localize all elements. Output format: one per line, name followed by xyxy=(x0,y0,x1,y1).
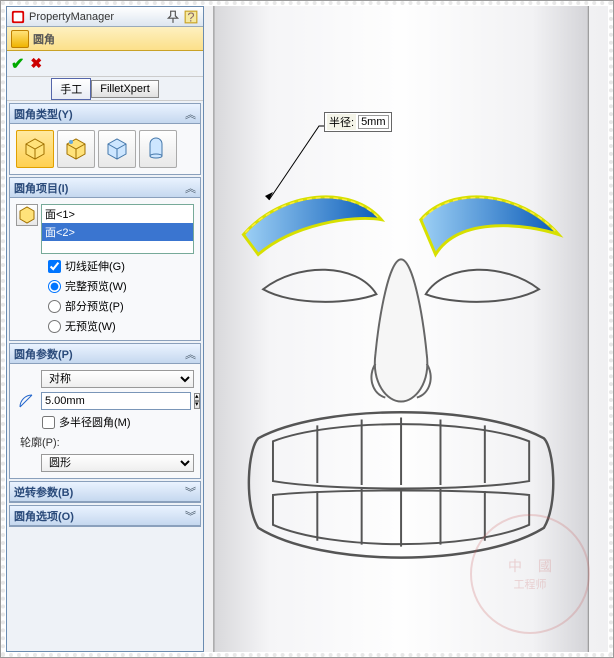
section-fillet-options: 圆角选项(O) ︾ xyxy=(9,505,201,527)
pm-title: PropertyManager xyxy=(29,11,161,23)
profile-select[interactable]: 圆形 xyxy=(41,454,194,472)
collapse-icon: ︽ xyxy=(185,106,196,122)
symmetric-select[interactable]: 对称 xyxy=(41,370,194,388)
expand-icon: ︾ xyxy=(185,484,196,500)
type-constant-radius[interactable] xyxy=(16,130,54,168)
feature-title-bar: 圆角 xyxy=(7,27,203,51)
section-header-options[interactable]: 圆角选项(O) ︾ xyxy=(10,506,200,526)
section-fillet-params: 圆角参数(P) ︽ 对称 ▴▾ 多半径圆角(M) 轮廓(P): 圆形 xyxy=(9,343,201,479)
section-header-type[interactable]: 圆角类型(Y) ︽ xyxy=(10,104,200,124)
list-item[interactable]: 面<1> xyxy=(42,205,193,223)
selection-filter-icon[interactable] xyxy=(16,204,38,226)
graphics-viewport[interactable]: 半径: 5mm xyxy=(204,6,608,652)
section-fillet-items: 圆角项目(I) ︽ 面<1> 面<2> 切线延伸(G) 完整预览(W) 部分预览… xyxy=(9,177,201,341)
feature-title: 圆角 xyxy=(33,31,55,47)
action-row: ✔ ✖ xyxy=(7,51,203,77)
model-face xyxy=(204,6,608,652)
radius-spinner[interactable]: ▴▾ xyxy=(194,393,200,409)
pm-help-icon[interactable]: ? xyxy=(183,9,199,25)
pm-pin-icon[interactable] xyxy=(165,9,181,25)
no-preview-radio[interactable]: 无预览(W) xyxy=(14,316,196,336)
tangent-propagation-checkbox[interactable]: 切线延伸(G) xyxy=(14,256,196,276)
mode-tabs: 手工 FilletXpert xyxy=(7,77,203,101)
callout-value[interactable]: 5mm xyxy=(358,115,388,129)
selection-list[interactable]: 面<1> 面<2> xyxy=(41,204,194,254)
fillet-feature-icon xyxy=(11,30,29,48)
pm-logo-icon xyxy=(11,10,25,24)
tab-filletxpert[interactable]: FilletXpert xyxy=(91,80,159,98)
svg-text:?: ? xyxy=(187,10,194,24)
radius-input[interactable] xyxy=(41,392,191,410)
profile-label: 轮廓(P): xyxy=(14,432,196,452)
collapse-icon: ︽ xyxy=(185,346,196,362)
partial-preview-radio[interactable]: 部分预览(P) xyxy=(14,296,196,316)
full-preview-radio[interactable]: 完整预览(W) xyxy=(14,276,196,296)
multi-radius-checkbox[interactable]: 多半径圆角(M) xyxy=(14,412,196,432)
ok-button[interactable]: ✔ xyxy=(11,54,24,74)
radius-icon xyxy=(16,392,38,410)
section-reverse-params: 逆转参数(B) ︾ xyxy=(9,481,201,503)
radius-callout[interactable]: 半径: 5mm xyxy=(324,112,392,132)
cancel-button[interactable]: ✖ xyxy=(30,55,42,72)
callout-label: 半径: xyxy=(327,114,356,130)
type-face-fillet[interactable] xyxy=(98,130,136,168)
pm-header: PropertyManager ? xyxy=(7,7,203,27)
tab-manual[interactable]: 手工 xyxy=(51,78,91,100)
property-manager-panel: PropertyManager ? 圆角 ✔ ✖ 手工 FilletXpert … xyxy=(6,6,204,652)
type-variable-radius[interactable] xyxy=(57,130,95,168)
section-header-reverse[interactable]: 逆转参数(B) ︾ xyxy=(10,482,200,502)
section-header-params[interactable]: 圆角参数(P) ︽ xyxy=(10,344,200,364)
expand-icon: ︾ xyxy=(185,508,196,524)
collapse-icon: ︽ xyxy=(185,180,196,196)
section-header-items[interactable]: 圆角项目(I) ︽ xyxy=(10,178,200,198)
section-fillet-type: 圆角类型(Y) ︽ xyxy=(9,103,201,175)
type-full-round[interactable] xyxy=(139,130,177,168)
list-item[interactable]: 面<2> xyxy=(42,223,193,241)
